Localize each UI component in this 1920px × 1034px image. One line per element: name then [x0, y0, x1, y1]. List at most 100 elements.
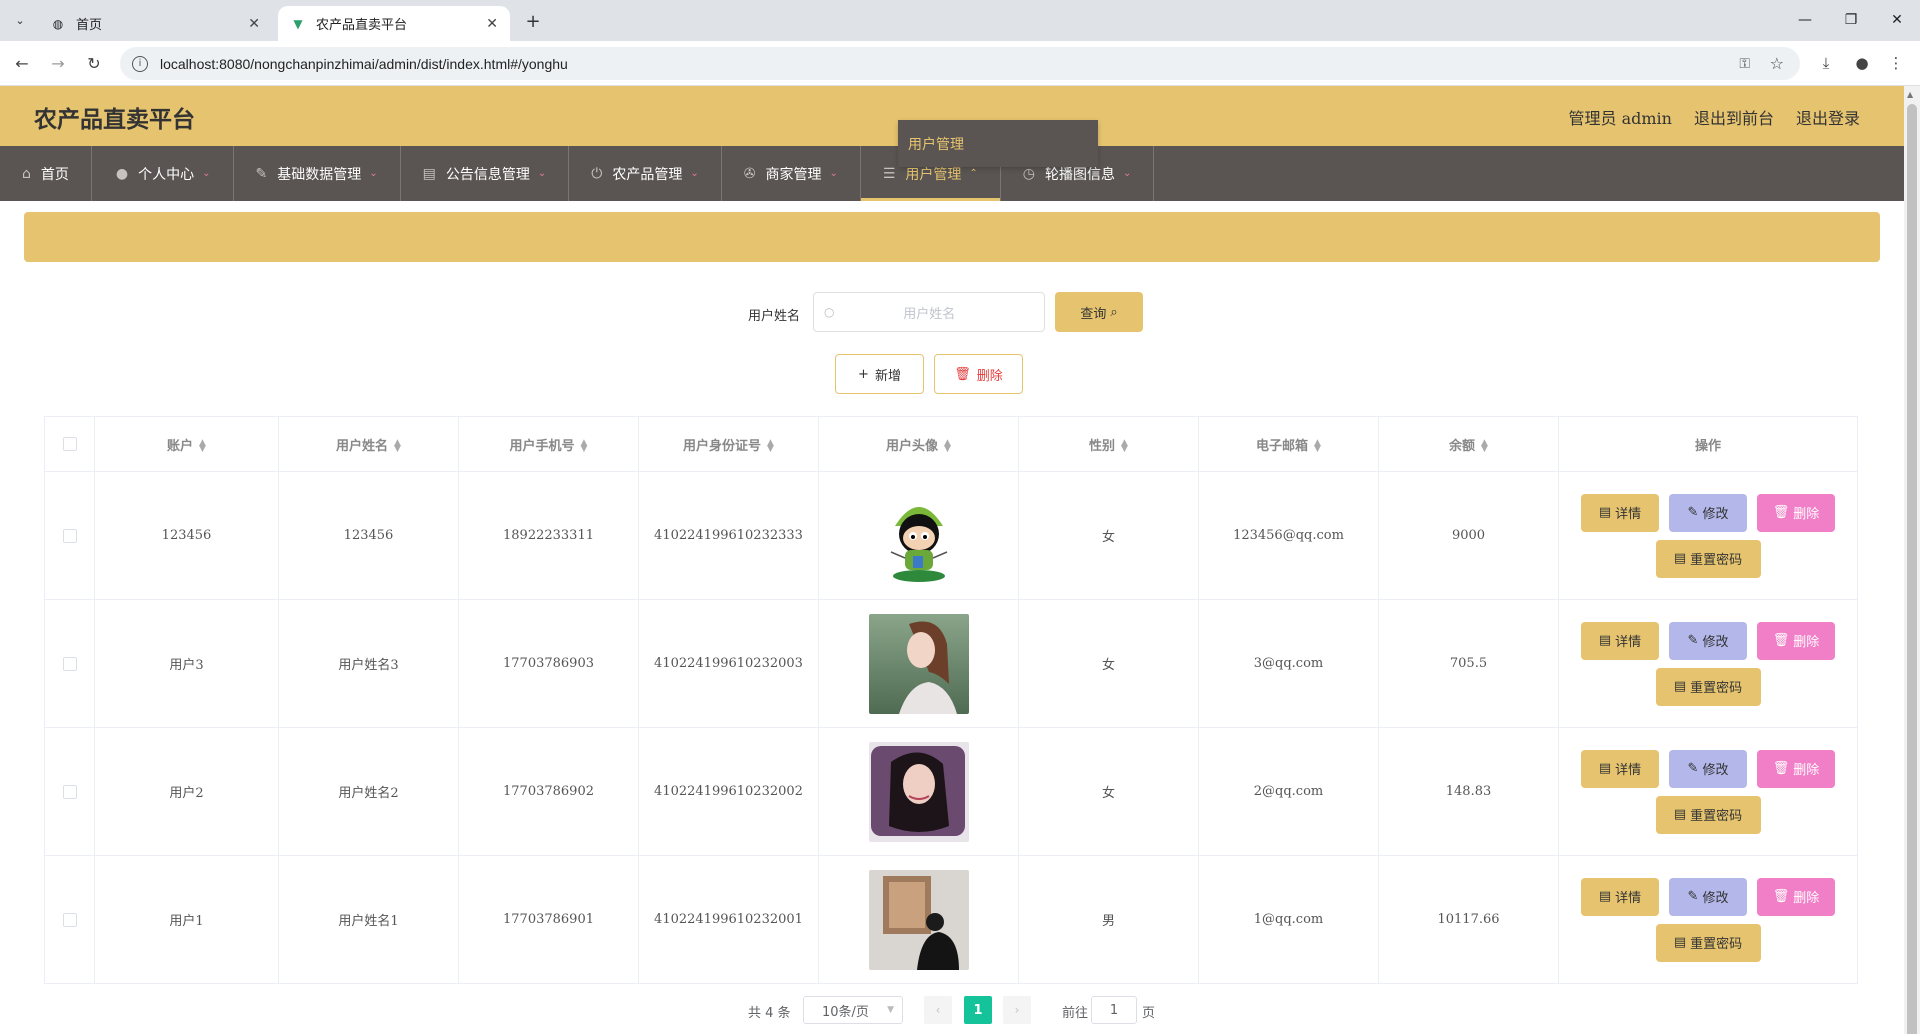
scroll-up-icon[interactable]: ▲: [1907, 90, 1913, 99]
cell-email: 2@qq.com: [1198, 727, 1379, 856]
avatar[interactable]: [868, 613, 969, 714]
page-size-select[interactable]: 10条/页 ▼: [803, 996, 903, 1024]
cell-avatar: [818, 855, 1019, 984]
row-checkbox[interactable]: [62, 784, 77, 799]
avatar[interactable]: [868, 741, 969, 842]
site-info-icon[interactable]: i: [132, 55, 148, 72]
detail-button[interactable]: ▤ 详情: [1581, 621, 1659, 660]
reset-password-button[interactable]: ▤ 重置密码: [1655, 539, 1761, 578]
sort-icon[interactable]: ▲ ▼: [944, 439, 951, 454]
sort-icon[interactable]: ▲ ▼: [1481, 439, 1488, 454]
delete-button[interactable]: 🗑 删除: [1757, 749, 1835, 788]
nav-item-products[interactable]: ⏻ 农产品管理 ⌄: [569, 146, 722, 201]
select-all-checkbox[interactable]: [62, 437, 77, 451]
document-icon: ▤: [1598, 633, 1612, 648]
chevron-down-icon: ⌄: [369, 168, 378, 179]
window-close-icon[interactable]: ✕: [1882, 8, 1912, 32]
page-scrollbar[interactable]: ▲: [1904, 86, 1920, 1034]
cell-phone: 17703786901: [458, 855, 639, 984]
document-icon: ▤: [1673, 679, 1687, 694]
nav-item-personal[interactable]: ● 个人中心 ⌄: [92, 146, 234, 201]
tab-search-icon[interactable]: ⌄: [8, 8, 32, 32]
table-row: 用户2 用户姓名2 17703786902 410224199610232002…: [44, 727, 1858, 856]
nav-item-basic-data[interactable]: ✎ 基础数据管理 ⌄: [234, 146, 401, 201]
add-button[interactable]: + 新增: [835, 354, 924, 394]
row-checkbox[interactable]: [62, 656, 77, 671]
row-checkbox[interactable]: [62, 528, 77, 543]
reset-password-button[interactable]: ▤ 重置密码: [1655, 667, 1761, 706]
col-label: 操作: [1694, 438, 1721, 454]
reset-password-button[interactable]: ▤ 重置密码: [1655, 795, 1761, 834]
cell-avatar: [818, 599, 1019, 728]
sort-icon[interactable]: ▲ ▼: [767, 439, 774, 454]
avatar[interactable]: [868, 869, 969, 970]
bookmark-star-icon[interactable]: ☆: [1770, 54, 1784, 73]
back-icon[interactable]: ←: [10, 51, 34, 75]
nav-item-notice[interactable]: ▤ 公告信息管理 ⌄: [401, 146, 570, 201]
delete-button[interactable]: 🗑 删除: [1757, 621, 1835, 660]
page-number-current[interactable]: 1: [964, 996, 992, 1024]
sort-icon[interactable]: ▲ ▼: [581, 439, 588, 454]
detail-button[interactable]: ▤ 详情: [1581, 877, 1659, 916]
menu-kebab-icon[interactable]: ⋮: [1884, 51, 1908, 75]
new-tab-icon[interactable]: +: [520, 8, 546, 34]
forward-icon[interactable]: →: [46, 51, 70, 75]
delete-button[interactable]: 🗑 删除: [1757, 493, 1835, 532]
col-name[interactable]: 用户姓名 ▲ ▼: [278, 416, 459, 472]
col-account[interactable]: 账户 ▲ ▼: [94, 416, 279, 472]
admin-label: 管理员 admin: [1568, 109, 1672, 128]
reset-password-button[interactable]: ▤ 重置密码: [1655, 923, 1761, 962]
col-avatar[interactable]: 用户头像 ▲ ▼: [818, 416, 1019, 472]
nav-dropdown-item-users[interactable]: 用户管理: [898, 120, 1098, 167]
detail-button[interactable]: ▤ 详情: [1581, 749, 1659, 788]
bulk-delete-button[interactable]: 🗑 删除: [934, 354, 1023, 394]
goto-label: 前往: [1062, 1006, 1089, 1021]
col-email[interactable]: 电子邮箱 ▲ ▼: [1198, 416, 1379, 472]
goto-page-input[interactable]: 1: [1091, 996, 1137, 1024]
browser-tab-home[interactable]: ◍ 首页 ✕: [38, 6, 272, 41]
table-row: 用户3 用户姓名3 17703786903 410224199610232003…: [44, 599, 1858, 728]
sort-icon[interactable]: ▲ ▼: [1314, 439, 1321, 454]
table-row: 123456 123456 18922233311 41022419961023…: [44, 471, 1858, 600]
pagination: 共 4 条 10条/页 ▼ ‹ 1 › 前往 1 页: [0, 996, 1904, 1024]
delete-button[interactable]: 🗑 删除: [1757, 877, 1835, 916]
detail-button[interactable]: ▤ 详情: [1581, 493, 1659, 532]
reload-icon[interactable]: ↻: [82, 51, 106, 75]
password-key-icon[interactable]: ⚿: [1739, 56, 1750, 72]
scrollbar-thumb[interactable]: [1907, 104, 1917, 1034]
sort-icon[interactable]: ▲ ▼: [394, 439, 401, 454]
close-icon[interactable]: ✕: [486, 16, 498, 32]
prev-page-button[interactable]: ‹: [924, 996, 952, 1024]
row-checkbox[interactable]: [62, 912, 77, 927]
col-id-number[interactable]: 用户身份证号 ▲ ▼: [638, 416, 819, 472]
edit-button[interactable]: ✎ 修改: [1669, 493, 1747, 532]
avatar[interactable]: [868, 485, 969, 586]
edit-button[interactable]: ✎ 修改: [1669, 877, 1747, 916]
edit-button[interactable]: ✎ 修改: [1669, 749, 1747, 788]
query-button[interactable]: 查询 ⌕: [1055, 292, 1143, 332]
restore-icon[interactable]: ❐: [1836, 8, 1866, 32]
col-phone[interactable]: 用户手机号 ▲ ▼: [458, 416, 639, 472]
col-balance[interactable]: 余额 ▲ ▼: [1378, 416, 1559, 472]
download-icon[interactable]: ⤓: [1814, 51, 1838, 75]
exit-to-front-link[interactable]: 退出到前台: [1694, 105, 1774, 129]
minimize-icon[interactable]: —: [1790, 8, 1820, 32]
search-input[interactable]: ○ 用户姓名: [813, 292, 1045, 332]
nav-item-merchants[interactable]: ✇ 商家管理 ⌄: [722, 146, 861, 201]
trash-icon: 🗑: [954, 366, 971, 382]
col-gender[interactable]: 性别 ▲ ▼: [1018, 416, 1199, 472]
delete-label: 删除: [1793, 635, 1820, 650]
cell-email: 123456@qq.com: [1198, 471, 1379, 600]
close-icon[interactable]: ✕: [248, 16, 260, 32]
profile-icon[interactable]: ●: [1850, 51, 1874, 75]
nav-label: 商家管理: [765, 166, 822, 183]
logout-link[interactable]: 退出登录: [1796, 105, 1860, 129]
next-page-button[interactable]: ›: [1003, 996, 1031, 1024]
browser-tab-active[interactable]: ▼ 农产品直卖平台 ✕: [278, 6, 510, 41]
sort-icon[interactable]: ▲ ▼: [1121, 439, 1128, 454]
nav-item-home[interactable]: ⌂ 首页: [0, 146, 92, 201]
edit-button[interactable]: ✎ 修改: [1669, 621, 1747, 660]
reset-label: 重置密码: [1690, 553, 1743, 568]
sort-icon[interactable]: ▲ ▼: [199, 439, 206, 454]
url-field[interactable]: i localhost:8080/nongchanpinzhimai/admin…: [120, 47, 1800, 80]
